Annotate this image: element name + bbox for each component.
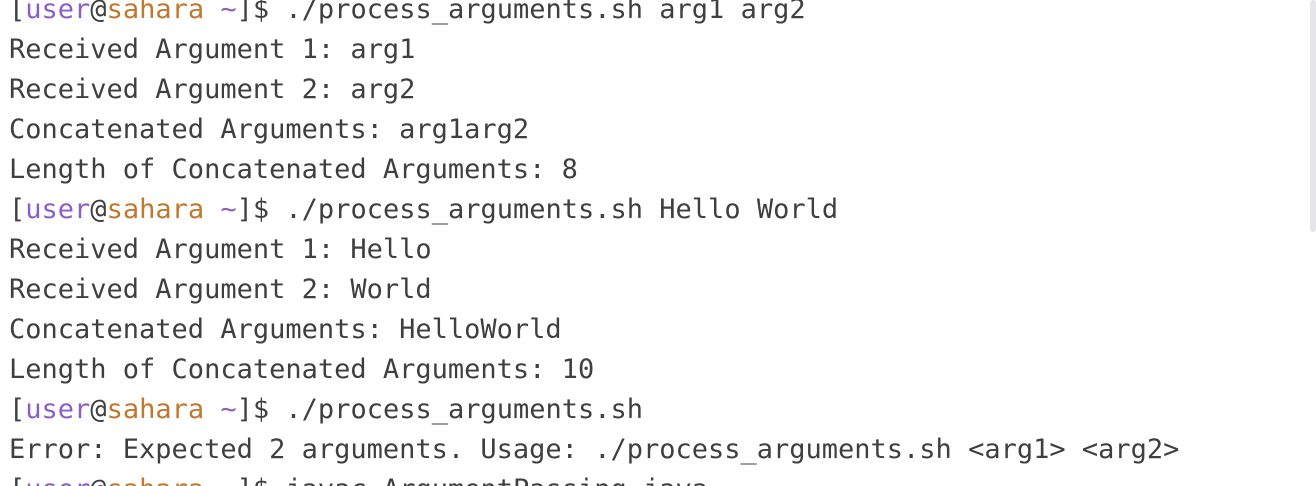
- prompt-tilde: ~: [220, 194, 237, 225]
- output-text: Received Argument 1: arg1: [9, 34, 416, 65]
- output-line: Concatenated Arguments: HelloWorld: [9, 310, 1179, 350]
- prompt-tilde: ~: [220, 0, 237, 25]
- prompt-open-bracket: [: [9, 394, 26, 425]
- command-text: ./process_arguments.sh arg1 arg2: [285, 0, 806, 25]
- output-line: Received Argument 1: Hello: [9, 230, 1179, 270]
- prompt-line: [user@sahara ~]$ ./process_arguments.sh …: [9, 190, 1179, 230]
- prompt-user: user: [25, 474, 90, 486]
- output-text: Received Argument 2: World: [9, 274, 432, 305]
- prompt-close-bracket: ]: [236, 0, 253, 25]
- prompt-line: [user@sahara ~]$ ./process_arguments.sh: [9, 390, 1179, 430]
- prompt-host: sahara: [106, 394, 205, 425]
- output-text: Error: Expected 2 arguments. Usage: ./pr…: [9, 434, 1180, 465]
- output-text: Length of Concatenated Arguments: 8: [9, 154, 578, 185]
- output-line: Concatenated Arguments: arg1arg2: [9, 110, 1179, 150]
- terminal-window[interactable]: [user@sahara ~]$ ./process_arguments.sh …: [0, 0, 1316, 486]
- prompt-close-bracket: ]: [237, 474, 253, 486]
- prompt-dollar: $: [252, 394, 286, 425]
- prompt-open-bracket: [: [9, 474, 25, 486]
- prompt-close-bracket: ]: [236, 394, 253, 425]
- prompt-dollar: $: [252, 194, 286, 225]
- prompt-at: @: [90, 0, 107, 25]
- prompt-user: user: [25, 394, 91, 425]
- prompt-open-bracket: [: [9, 194, 26, 225]
- prompt-host: sahara: [106, 0, 205, 25]
- output-line: Length of Concatenated Arguments: 8: [9, 150, 1179, 190]
- output-line: Received Argument 2: arg2: [9, 70, 1179, 110]
- prompt-dollar: $: [252, 0, 286, 25]
- prompt-at: @: [90, 394, 107, 425]
- prompt-tilde: ~: [220, 394, 237, 425]
- prompt-at: @: [90, 474, 106, 486]
- prompt-user: user: [25, 194, 91, 225]
- prompt-tilde: ~: [220, 474, 236, 486]
- output-text: Received Argument 1: Hello: [9, 234, 432, 265]
- output-text: Received Argument 2: arg2: [9, 74, 416, 105]
- command-text: ./process_arguments.sh: [285, 394, 644, 425]
- prompt-user: user: [25, 0, 91, 25]
- prompt-line: [user@sahara ~]$ javac ArgumentPassing.j…: [9, 470, 1179, 486]
- scrollbar[interactable]: [1310, 0, 1316, 232]
- prompt-host: sahara: [107, 474, 205, 486]
- command-text: javac ArgumentPassing.java: [285, 474, 708, 486]
- prompt-dollar: $: [253, 474, 286, 486]
- prompt-close-bracket: ]: [236, 194, 253, 225]
- command-text: ./process_arguments.sh Hello World: [285, 194, 839, 225]
- terminal-output: [user@sahara ~]$ ./process_arguments.sh …: [9, 0, 1179, 486]
- output-text: Concatenated Arguments: HelloWorld: [9, 314, 562, 345]
- output-line: Error: Expected 2 arguments. Usage: ./pr…: [9, 430, 1179, 470]
- output-line: Length of Concatenated Arguments: 10: [9, 350, 1179, 390]
- prompt-at: @: [90, 194, 107, 225]
- prompt-host: sahara: [106, 194, 205, 225]
- output-line: Received Argument 1: arg1: [9, 30, 1179, 70]
- output-line: Received Argument 2: World: [9, 270, 1179, 310]
- output-text: Concatenated Arguments: arg1arg2: [9, 114, 530, 145]
- prompt-line: [user@sahara ~]$ ./process_arguments.sh …: [9, 0, 1179, 30]
- prompt-open-bracket: [: [9, 0, 26, 25]
- output-text: Length of Concatenated Arguments: 10: [9, 354, 595, 385]
